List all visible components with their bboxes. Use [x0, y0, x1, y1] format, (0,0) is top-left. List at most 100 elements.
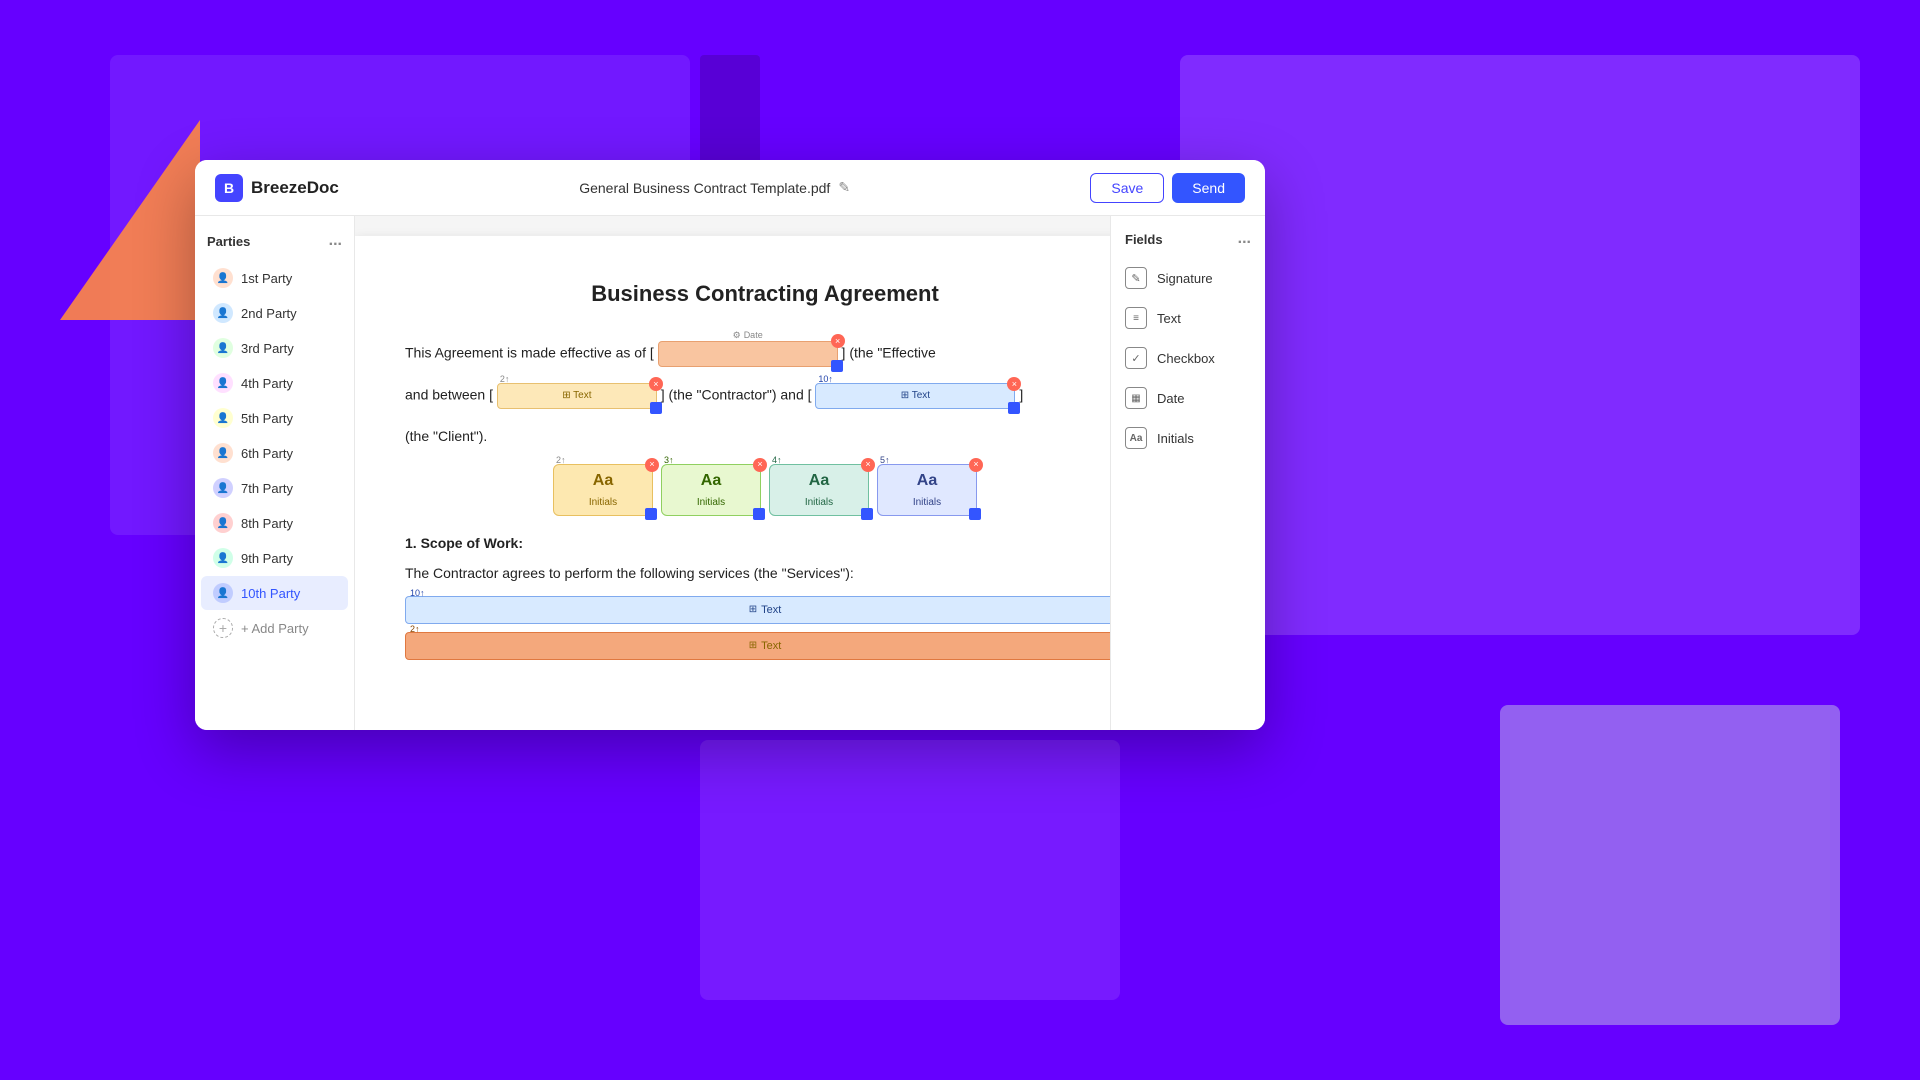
header-actions: Save Send: [1090, 173, 1245, 203]
initials-p3-num: 3↑: [664, 453, 674, 467]
initials-p5-aa: Aa: [917, 468, 937, 494]
date-field[interactable]: ⚙ Date ×: [658, 341, 838, 367]
para1-start: This Agreement is made effective as of [: [405, 345, 654, 361]
sidebar-item-party6[interactable]: 👤 6th Party: [201, 436, 348, 470]
party1-avatar: 👤: [213, 268, 233, 288]
fields-header: Fields ...: [1111, 226, 1265, 258]
signature-icon: ✎: [1125, 267, 1147, 289]
text-field-party10[interactable]: 10↑ ⊞ Text ×: [815, 383, 1015, 409]
sidebar-item-party4[interactable]: 👤 4th Party: [201, 366, 348, 400]
text-field-full-p2[interactable]: 2↑ ⊞ Text ×: [405, 632, 1110, 660]
app-body: Parties ... 👤 1st Party 👤 2nd Party 👤 3r…: [195, 216, 1265, 730]
party9-label: 9th Party: [241, 551, 293, 566]
initials-p3-resize[interactable]: [753, 508, 765, 520]
parties-label: Parties: [207, 234, 250, 249]
text-field-party2[interactable]: 2↑ ⊞ Text ×: [497, 383, 657, 409]
initials-field-p3[interactable]: 3↑ Aa Initials ×: [661, 464, 761, 516]
party2-num: 2↑: [500, 372, 510, 386]
field-type-initials[interactable]: Aa Initials: [1111, 418, 1265, 458]
party1-num-icon: ⚙: [733, 328, 741, 342]
date-label: Date: [1157, 391, 1184, 406]
sidebar-item-party5[interactable]: 👤 5th Party: [201, 401, 348, 435]
initials-p2-close[interactable]: ×: [645, 458, 659, 472]
text-field-full-p10[interactable]: 10↑ ⊞ Text ×: [405, 596, 1110, 624]
initials-field-p4[interactable]: 4↑ Aa Initials ×: [769, 464, 869, 516]
initials-p2-label: Initials: [589, 495, 617, 511]
header-center: General Business Contract Template.pdf ✎: [579, 179, 850, 196]
initials-p4-close[interactable]: ×: [861, 458, 875, 472]
sidebar-item-party1[interactable]: 👤 1st Party: [201, 261, 348, 295]
add-party-label: + Add Party: [241, 621, 309, 636]
signature-label: Signature: [1157, 271, 1213, 286]
text-label-1: Text: [761, 602, 781, 620]
initials-p4-resize[interactable]: [861, 508, 873, 520]
app-header: B BreezeDoc General Business Contract Te…: [195, 160, 1265, 216]
party4-avatar: 👤: [213, 373, 233, 393]
bg-rect-2: [1180, 55, 1860, 635]
initials-p5-label: Initials: [913, 495, 941, 511]
fields-panel: Fields ... ✎ Signature ≡ Text ✓ Checkbox…: [1110, 216, 1265, 730]
logo-area: B BreezeDoc: [215, 174, 339, 202]
checkbox-label: Checkbox: [1157, 351, 1215, 366]
text-field-p2-resize[interactable]: [650, 402, 662, 414]
sidebar-item-party7[interactable]: 👤 7th Party: [201, 471, 348, 505]
party2-avatar: 👤: [213, 303, 233, 323]
document-area[interactable]: Business Contracting Agreement This Agre…: [355, 216, 1110, 730]
field-type-text[interactable]: ≡ Text: [1111, 298, 1265, 338]
para2-start: and between [: [405, 387, 493, 403]
sidebar-item-party10[interactable]: 👤 10th Party: [201, 576, 348, 610]
sidebar-header: Parties ...: [195, 228, 354, 260]
initials-p2-resize[interactable]: [645, 508, 657, 520]
party3-label: 3rd Party: [241, 341, 294, 356]
initials-label: Initials: [1157, 431, 1194, 446]
scope-heading: 1. Scope of Work:: [405, 532, 1110, 554]
initials-field-p2[interactable]: 2↑ Aa Initials ×: [553, 464, 653, 516]
contract-para-1: This Agreement is made effective as of […: [405, 341, 1110, 367]
party1-label: 1st Party: [241, 271, 292, 286]
send-button[interactable]: Send: [1172, 173, 1245, 203]
initials-p4-num: 4↑: [772, 453, 782, 467]
initials-p5-resize[interactable]: [969, 508, 981, 520]
initials-p3-label: Initials: [697, 495, 725, 511]
party5-label: 5th Party: [241, 411, 293, 426]
field-type-date[interactable]: ▦ Date: [1111, 378, 1265, 418]
sidebar: Parties ... 👤 1st Party 👤 2nd Party 👤 3r…: [195, 216, 355, 730]
save-button[interactable]: Save: [1090, 173, 1164, 203]
text-field-label-1: ⊞ Text: [562, 388, 591, 404]
party3-avatar: 👤: [213, 338, 233, 358]
field-type-checkbox[interactable]: ✓ Checkbox: [1111, 338, 1265, 378]
initials-p5-close[interactable]: ×: [969, 458, 983, 472]
party2-label: 2nd Party: [241, 306, 297, 321]
doc-title: Business Contracting Agreement: [405, 276, 1110, 311]
add-party-button[interactable]: + + Add Party: [201, 611, 348, 645]
initials-row: 2↑ Aa Initials × 3↑ Aa Initials ×: [405, 464, 1110, 516]
text-field-type-label: Text: [1157, 311, 1181, 326]
para2-end: ]: [1019, 387, 1023, 403]
edit-filename-icon[interactable]: ✎: [838, 179, 850, 196]
text-field-label-2: ⊞ Text: [901, 388, 930, 404]
sidebar-more-icon[interactable]: ...: [329, 232, 342, 250]
add-party-icon: +: [213, 618, 233, 638]
text-field-p2-container: 2↑ ⊞ Text ×: [497, 383, 657, 409]
initials-p3-close[interactable]: ×: [753, 458, 767, 472]
sidebar-item-party3[interactable]: 👤 3rd Party: [201, 331, 348, 365]
date-field-resize[interactable]: [831, 360, 843, 372]
text-icon-2: ⊞: [749, 638, 757, 654]
initials-p5-num: 5↑: [880, 453, 890, 467]
checkbox-icon: ✓: [1125, 347, 1147, 369]
text-field-p10-resize[interactable]: [1008, 402, 1020, 414]
field-type-signature[interactable]: ✎ Signature: [1111, 258, 1265, 298]
fields-more-icon[interactable]: ...: [1238, 230, 1251, 248]
initials-field-p5[interactable]: 5↑ Aa Initials ×: [877, 464, 977, 516]
sidebar-item-party8[interactable]: 👤 8th Party: [201, 506, 348, 540]
date-field-label: ⚙ Date: [733, 328, 763, 342]
sidebar-item-party2[interactable]: 👤 2nd Party: [201, 296, 348, 330]
sidebar-item-party9[interactable]: 👤 9th Party: [201, 541, 348, 575]
initials-icon: Aa: [1125, 427, 1147, 449]
app-name: BreezeDoc: [251, 178, 339, 198]
text-field-p2-close[interactable]: ×: [649, 377, 663, 391]
party9-avatar: 👤: [213, 548, 233, 568]
para3-text: (the "Client").: [405, 428, 487, 444]
bg-rect-3: [700, 740, 1120, 1000]
date-field-close[interactable]: ×: [831, 334, 845, 348]
